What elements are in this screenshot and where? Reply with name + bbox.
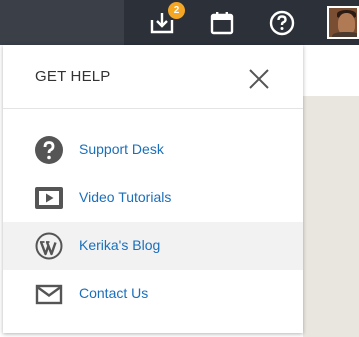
envelope-icon [35, 280, 63, 308]
support-desk-item[interactable]: Support Desk [3, 126, 303, 174]
wordpress-icon [35, 232, 63, 260]
panel-title: GET HELP [35, 68, 111, 85]
contact-us-label: Contact Us [79, 285, 149, 301]
contact-us-item[interactable]: Contact Us [3, 270, 303, 318]
page-content-strip [303, 96, 359, 337]
video-tutorials-label: Video Tutorials [79, 189, 172, 205]
video-tutorials-item[interactable]: Video Tutorials [3, 174, 303, 222]
video-play-icon [35, 184, 63, 212]
kerikas-blog-label: Kerika's Blog [79, 237, 161, 253]
help-menu: Support Desk Video Tutorials Kerika's Bl… [3, 126, 303, 318]
calendar-icon[interactable] [207, 8, 237, 38]
top-toolbar: 2 [0, 0, 359, 45]
toolbar-left-section [0, 0, 124, 45]
notification-badge: 2 [168, 2, 185, 19]
close-icon[interactable] [244, 64, 274, 94]
user-avatar[interactable] [327, 6, 359, 39]
panel-header: GET HELP [3, 45, 303, 109]
support-desk-label: Support Desk [79, 141, 164, 157]
get-help-panel: GET HELP Support Desk Video Tutorials Ke… [3, 45, 303, 333]
help-icon[interactable] [267, 8, 297, 38]
question-circle-icon [35, 136, 63, 164]
avatar-shirt [332, 32, 357, 37]
kerikas-blog-item[interactable]: Kerika's Blog [3, 222, 303, 270]
